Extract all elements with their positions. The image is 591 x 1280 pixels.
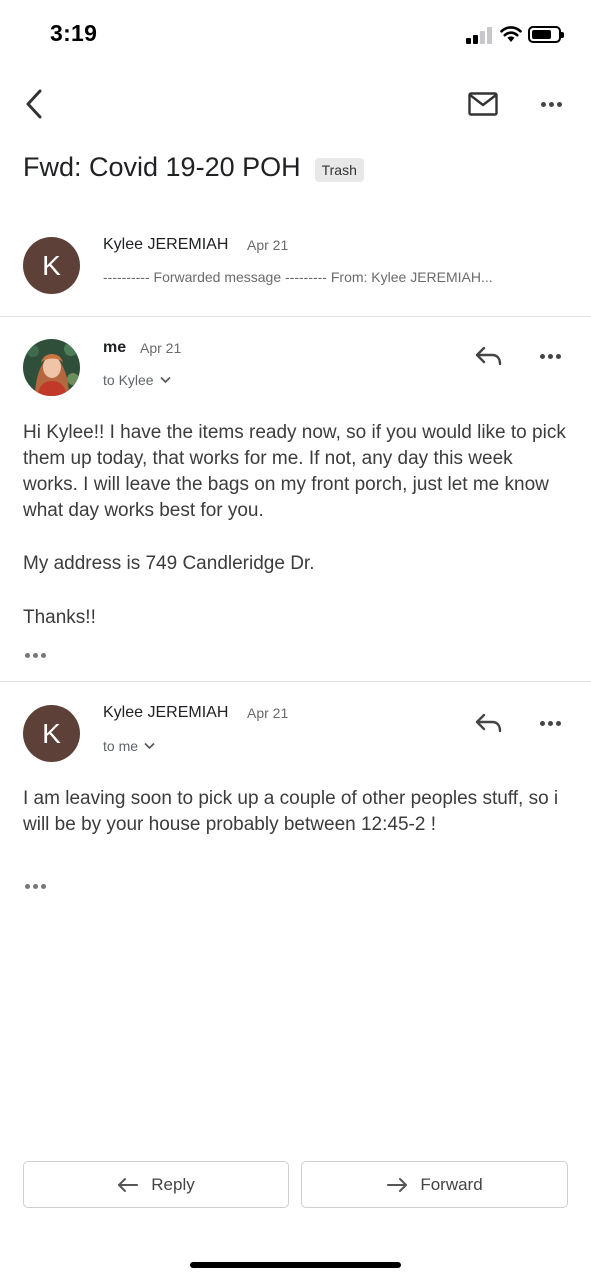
wifi-icon: [500, 26, 522, 42]
cellular-signal-icon: [466, 27, 492, 44]
message-body-paragraph: Thanks!!: [23, 607, 96, 628]
more-horizontal-icon: [539, 720, 561, 726]
sender-avatar: K: [23, 705, 80, 762]
envelope-icon: [468, 92, 498, 116]
show-trimmed-content-button[interactable]: [25, 884, 46, 889]
home-indicator[interactable]: [190, 1262, 401, 1268]
recipient-details-toggle[interactable]: to me: [103, 738, 155, 754]
sender-name: me: [103, 339, 127, 356]
message-body-paragraph: I am leaving soon to pick up a couple of…: [23, 788, 559, 835]
message-body-paragraph: My address is 749 Candleridge Dr.: [23, 553, 315, 574]
reply-action-button[interactable]: Reply: [23, 1161, 289, 1208]
thread-subject: Fwd: Covid 19-20 POH: [23, 152, 301, 182]
sender-name: Kylee JEREMIAH: [103, 236, 229, 253]
message-more-button[interactable]: [530, 705, 570, 741]
recipient-text: to Kylee: [103, 372, 154, 388]
message-divider: [0, 316, 591, 317]
forward-action-button[interactable]: Forward: [301, 1161, 568, 1208]
message-body-paragraph: Hi Kylee!! I have the items ready now, s…: [23, 422, 566, 521]
more-options-button[interactable]: [530, 86, 572, 122]
user-photo-avatar: [23, 339, 80, 396]
message-date: Apr 21: [247, 705, 289, 721]
status-bar: 3:19: [0, 0, 591, 70]
status-time: 3:19: [50, 20, 98, 46]
reply-label: Reply: [151, 1174, 195, 1194]
back-button[interactable]: [14, 82, 54, 126]
reply-button[interactable]: [468, 705, 508, 741]
reply-arrow-icon: [475, 713, 502, 733]
subject-row: Fwd: Covid 19-20 POH Trash: [23, 152, 364, 183]
reply-button[interactable]: [468, 338, 508, 374]
toolbar: [0, 78, 591, 128]
sender-avatar: K: [23, 237, 80, 294]
more-horizontal-icon: [539, 353, 561, 359]
reply-arrow-icon: [118, 1177, 139, 1192]
message-more-button[interactable]: [530, 338, 570, 374]
chevron-down-icon: [144, 742, 155, 750]
message-date: Apr 21: [140, 340, 182, 356]
more-horizontal-icon: [540, 101, 562, 107]
battery-icon: [528, 26, 564, 43]
reply-arrow-icon: [475, 346, 502, 366]
recipient-text: to me: [103, 738, 139, 754]
message-date: Apr 21: [247, 237, 289, 253]
forward-arrow-icon: [387, 1177, 408, 1192]
message-divider: [0, 681, 591, 682]
message-snippet: ---------- Forwarded message --------- F…: [103, 269, 493, 285]
chevron-left-icon: [26, 89, 42, 119]
trash-label-chip[interactable]: Trash: [314, 157, 364, 182]
mark-unread-button[interactable]: [462, 86, 504, 122]
recipient-details-toggle[interactable]: to Kylee: [103, 372, 171, 388]
chevron-down-icon: [160, 376, 171, 384]
forward-label: Forward: [420, 1174, 483, 1194]
show-trimmed-content-button[interactable]: [25, 653, 46, 658]
sender-name: Kylee JEREMIAH: [103, 704, 229, 721]
